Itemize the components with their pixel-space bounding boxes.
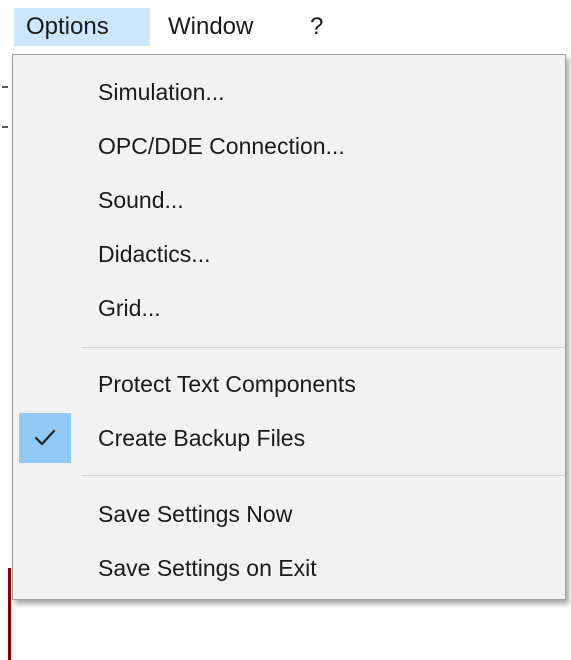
menu-separator (81, 347, 565, 348)
menu-item-save-settings-on-exit[interactable]: Save Settings on Exit (13, 541, 565, 595)
menu-item-label: Save Settings on Exit (98, 555, 317, 581)
background-tick (2, 126, 8, 128)
check-highlight (19, 413, 71, 463)
background-window-edge (0, 48, 12, 660)
background-red-line (8, 568, 11, 660)
menu-item-save-settings-now[interactable]: Save Settings Now (13, 487, 565, 541)
menu-separator (81, 475, 565, 476)
menu-item-sound[interactable]: Sound... (13, 173, 565, 227)
menu-item-label: Simulation... (98, 79, 225, 105)
menu-bar: Options Window ? (0, 0, 571, 48)
menu-item-label: Save Settings Now (98, 501, 293, 527)
menu-item-protect-text-components[interactable]: Protect Text Components (13, 357, 565, 411)
background-tick (2, 86, 8, 88)
menu-window[interactable]: Window (150, 8, 298, 46)
menu-item-create-backup-files[interactable]: Create Backup Files (13, 411, 565, 465)
menu-item-label: Didactics... (98, 241, 211, 267)
menu-item-label: OPC/DDE Connection... (98, 133, 345, 159)
menu-item-didactics[interactable]: Didactics... (13, 227, 565, 281)
checkmark-icon (34, 429, 56, 446)
menu-options[interactable]: Options (14, 8, 150, 46)
menu-item-grid[interactable]: Grid... (13, 281, 565, 335)
menu-item-label: Grid... (98, 295, 161, 321)
menu-item-label: Sound... (98, 187, 184, 213)
menu-item-label: Create Backup Files (98, 425, 306, 451)
options-dropdown-menu: Simulation... OPC/DDE Connection... Soun… (12, 54, 566, 600)
menu-item-simulation[interactable]: Simulation... (13, 65, 565, 119)
menu-item-opc-dde-connection[interactable]: OPC/DDE Connection... (13, 119, 565, 173)
menu-item-label: Protect Text Components (98, 371, 356, 397)
menu-help[interactable]: ? (298, 8, 338, 46)
